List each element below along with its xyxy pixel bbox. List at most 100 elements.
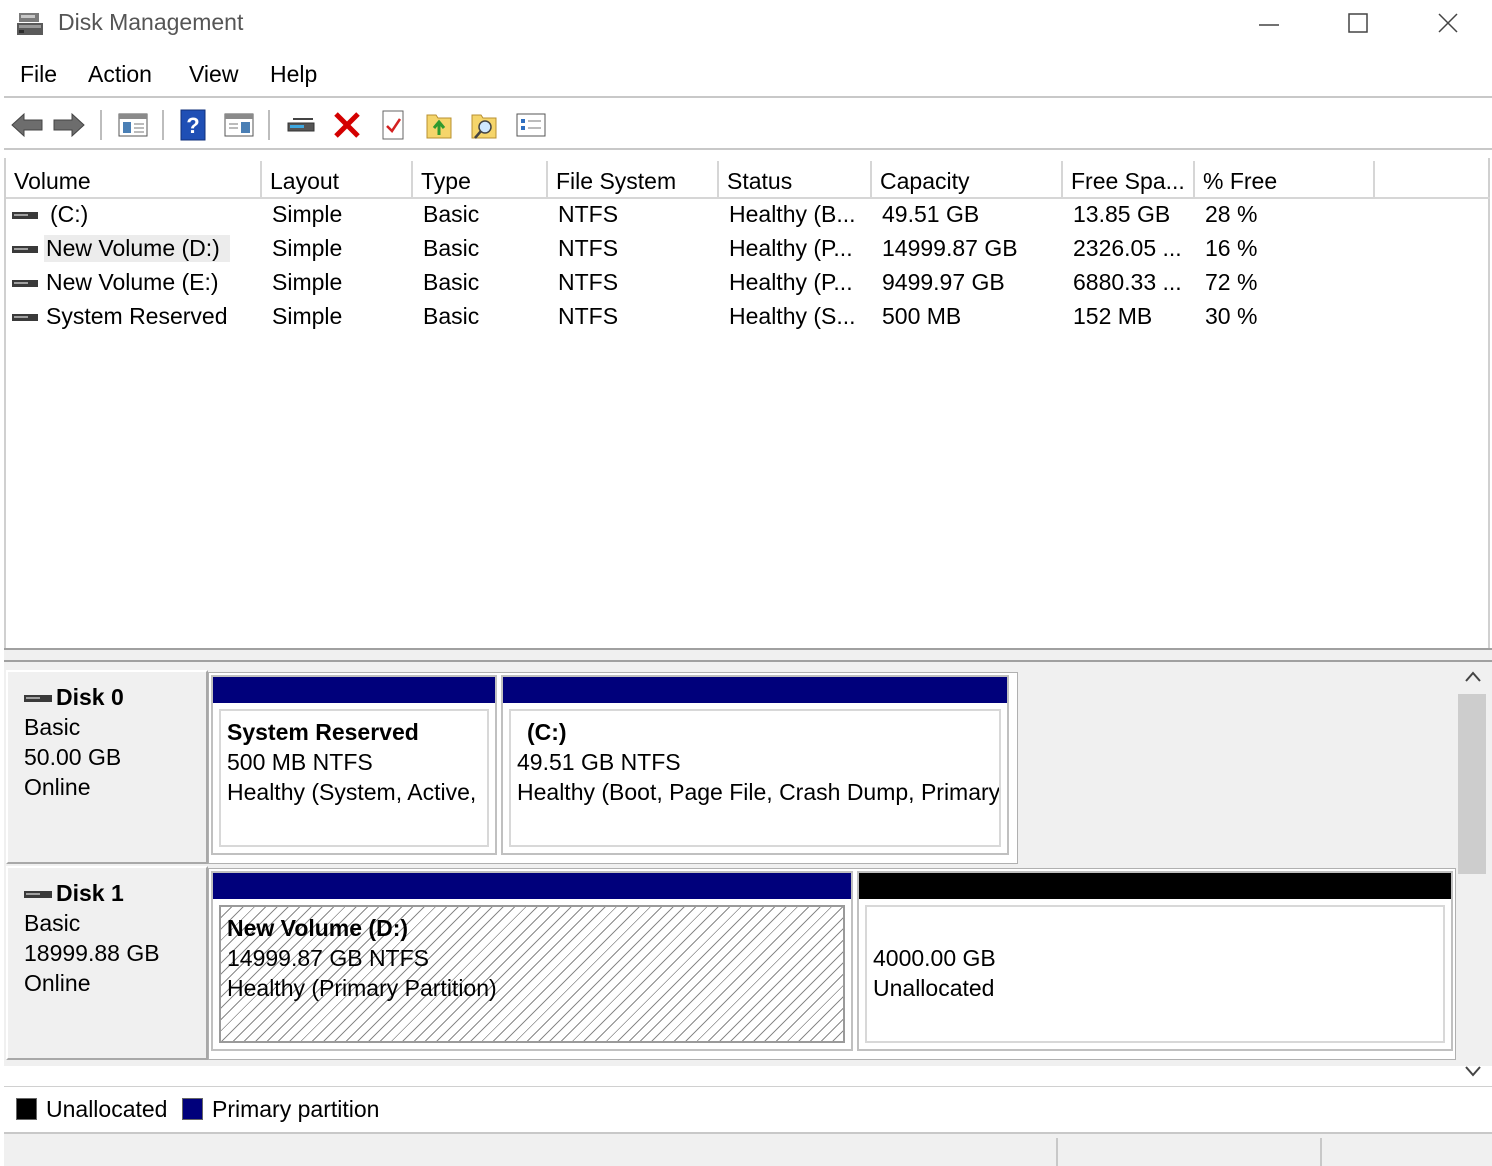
- legend-swatch-unallocated: [16, 1098, 37, 1120]
- delete-icon: [334, 112, 360, 138]
- percent-free-cell: 72 %: [1205, 269, 1258, 295]
- details-pane-icon: [224, 113, 254, 137]
- volume-name-cell: System Reserved: [46, 303, 228, 329]
- column-header-volume[interactable]: Volume: [6, 161, 262, 199]
- disk-0-partition-bar: System Reserved 500 MB NTFS Healthy (Sys…: [208, 672, 1018, 864]
- column-header-free-space[interactable]: Free Spa...: [1063, 161, 1195, 199]
- file-system-cell: NTFS: [558, 235, 619, 261]
- volume-icon: [12, 314, 38, 321]
- export-button[interactable]: [422, 108, 456, 142]
- percent-free-cell: 16 %: [1205, 235, 1258, 261]
- back-button[interactable]: [10, 108, 44, 142]
- volume-list-header: Volume Layout Type File System Status Ca…: [6, 161, 1490, 199]
- partition-d[interactable]: New Volume (D:) 14999.87 GB NTFS Healthy…: [211, 871, 853, 1051]
- scroll-down-icon[interactable]: [1464, 1064, 1482, 1078]
- partition-header: [859, 873, 1451, 899]
- volume-name-cell: New Volume (E:): [46, 269, 219, 295]
- details-pane-button[interactable]: [222, 108, 256, 142]
- help-button[interactable]: ?: [176, 108, 210, 142]
- minimize-button[interactable]: [1224, 0, 1314, 46]
- type-cell: Basic: [423, 235, 480, 261]
- legend-swatch-primary: [182, 1098, 203, 1120]
- column-header-capacity[interactable]: Capacity: [872, 161, 1063, 199]
- status-cell: Healthy (B...: [729, 201, 856, 227]
- disk-type: Basic: [24, 714, 81, 740]
- partition-name: New Volume (D:): [227, 915, 409, 941]
- type-cell: Basic: [423, 269, 480, 295]
- unallocated-space[interactable]: 4000.00 GB Unallocated: [857, 871, 1453, 1051]
- maximize-button[interactable]: [1313, 0, 1403, 46]
- menu-action[interactable]: Action: [88, 61, 152, 88]
- layout-cell: Simple: [272, 303, 343, 329]
- vertical-scrollbar[interactable]: [1456, 662, 1490, 1077]
- layout-cell: Simple: [272, 201, 343, 227]
- file-system-cell: NTFS: [558, 201, 619, 227]
- disk-1-label[interactable]: Disk 1 Basic 18999.88 GB Online: [6, 866, 208, 1060]
- console-tree-button[interactable]: [116, 108, 150, 142]
- search-icon: [471, 114, 497, 139]
- table-row[interactable]: New Volume (E:) Simple Basic NTFS Health…: [6, 267, 1490, 301]
- legend-label-unallocated: Unallocated: [46, 1096, 168, 1122]
- partition-status: Healthy (Primary Partition): [227, 975, 497, 1001]
- connect-drive-button[interactable]: [284, 108, 318, 142]
- partition-c[interactable]: (C:) 49.51 GB NTFS Healthy (Boot, Page F…: [501, 675, 1009, 855]
- partition-details: 4000.00 GB Unallocated: [865, 905, 1445, 1043]
- window-title: Disk Management: [58, 9, 244, 35]
- menu-help[interactable]: Help: [270, 61, 317, 88]
- volume-name-cell: (C:): [50, 201, 89, 227]
- disk-size: 50.00 GB: [24, 744, 122, 770]
- partition-header: [503, 677, 1007, 703]
- partition-size: 14999.87 GB NTFS: [227, 945, 429, 971]
- disk-management-icon: [17, 13, 43, 35]
- column-header-file-system[interactable]: File System: [548, 161, 719, 199]
- delete-button[interactable]: [330, 108, 364, 142]
- capacity-cell: 500 MB: [882, 303, 962, 329]
- column-header-layout[interactable]: Layout: [262, 161, 413, 199]
- partition-details: (C:) 49.51 GB NTFS Healthy (Boot, Page F…: [509, 709, 1001, 847]
- file-system-cell: NTFS: [558, 303, 619, 329]
- toolbar-separator: [162, 110, 164, 140]
- menu-view[interactable]: View: [189, 61, 238, 88]
- scroll-up-icon[interactable]: [1464, 670, 1482, 684]
- type-cell: Basic: [423, 201, 480, 227]
- close-button[interactable]: [1403, 0, 1492, 46]
- scrollbar-thumb[interactable]: [1458, 694, 1486, 874]
- toolbar-separator: [100, 110, 102, 140]
- disk-0-label[interactable]: Disk 0 Basic 50.00 GB Online: [6, 670, 208, 864]
- disk-name: Disk 0: [56, 684, 124, 710]
- search-button[interactable]: [468, 108, 502, 142]
- disk-state: Online: [24, 774, 91, 800]
- table-row[interactable]: System Reserved Simple Basic NTFS Health…: [6, 301, 1490, 335]
- pane-splitter[interactable]: [4, 648, 1492, 662]
- menu-bar: File Action View Help: [4, 56, 1492, 98]
- table-row[interactable]: (C:) Simple Basic NTFS Healthy (B... 49.…: [6, 199, 1490, 233]
- capacity-cell: 9499.97 GB: [882, 269, 1005, 295]
- type-cell: Basic: [423, 303, 480, 329]
- properties-icon: [382, 110, 404, 140]
- disk-size: 18999.88 GB: [24, 940, 160, 966]
- close-icon: [1438, 13, 1458, 33]
- list-button[interactable]: [514, 108, 548, 142]
- back-icon: [11, 112, 43, 138]
- connect-drive-icon: [287, 118, 315, 132]
- disk-state: Online: [24, 970, 91, 996]
- column-header-type[interactable]: Type: [413, 161, 548, 199]
- partition-system-reserved[interactable]: System Reserved 500 MB NTFS Healthy (Sys…: [211, 675, 497, 855]
- disk-icon: [24, 694, 52, 702]
- percent-free-cell: 28 %: [1205, 201, 1258, 227]
- properties-button[interactable]: [376, 108, 410, 142]
- status-separator: [1320, 1138, 1322, 1166]
- column-header-status[interactable]: Status: [719, 161, 872, 199]
- export-icon: [426, 114, 452, 139]
- svg-text:?: ?: [186, 113, 199, 138]
- column-header-percent-free[interactable]: % Free: [1195, 161, 1375, 199]
- table-row[interactable]: New Volume (D:) Simple Basic NTFS Health…: [6, 233, 1490, 267]
- disk-name: Disk 1: [56, 880, 124, 906]
- partition-details: New Volume (D:) 14999.87 GB NTFS Healthy…: [219, 905, 845, 1043]
- partition-status: Unallocated: [873, 975, 995, 1001]
- forward-button[interactable]: [52, 108, 86, 142]
- volume-list[interactable]: Volume Layout Type File System Status Ca…: [4, 158, 1490, 648]
- menu-file[interactable]: File: [20, 61, 57, 88]
- disk-graphical-view: Disk 0 Basic 50.00 GB Online System Rese…: [4, 662, 1492, 1066]
- status-cell: Healthy (P...: [729, 269, 853, 295]
